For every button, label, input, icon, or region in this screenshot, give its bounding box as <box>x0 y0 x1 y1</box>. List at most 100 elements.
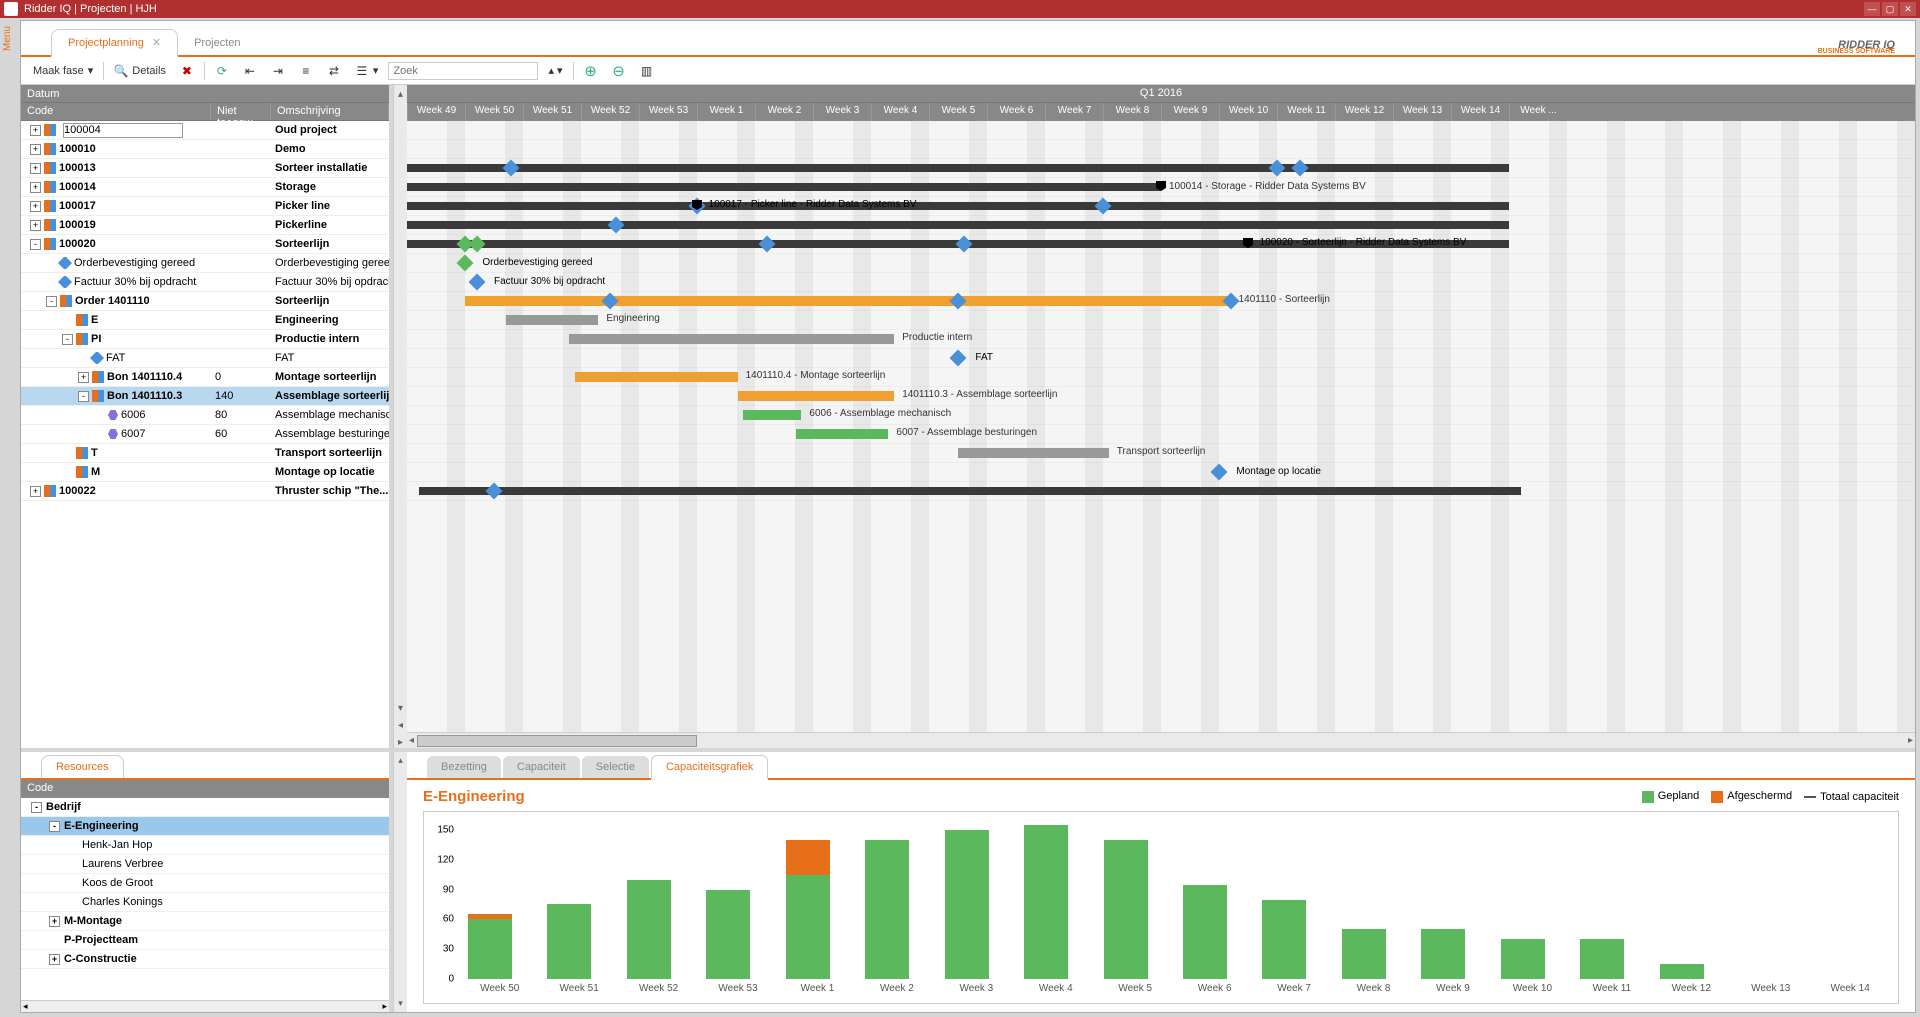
week-header[interactable]: Week 10 <box>1219 103 1277 121</box>
week-header[interactable]: Week 6 <box>987 103 1045 121</box>
chart-bar[interactable] <box>468 914 512 979</box>
scroll-thumb[interactable] <box>417 735 697 747</box>
gantt-scrollbar[interactable]: ◂ ▸ <box>407 732 1915 748</box>
res-scrollbar[interactable]: ◂▸ <box>21 1000 389 1012</box>
week-header[interactable]: Week 49 <box>407 103 465 121</box>
expander-icon[interactable]: - <box>78 391 89 402</box>
maak-fase-button[interactable]: Maak fase ▾ <box>29 62 97 79</box>
chart-bar[interactable] <box>1501 939 1545 979</box>
week-header[interactable]: Week 8 <box>1103 103 1161 121</box>
tree-row[interactable]: Orderbevestiging gereedOrderbevestiging … <box>21 254 389 273</box>
week-header[interactable]: Week ... <box>1509 103 1567 121</box>
chart-bar[interactable] <box>786 840 830 979</box>
tree-row[interactable]: -100020Sorteerlijn <box>21 235 389 254</box>
week-header[interactable]: Week 11 <box>1277 103 1335 121</box>
milestone-icon[interactable] <box>950 350 967 367</box>
tab-resources[interactable]: Resources <box>41 755 124 778</box>
week-header[interactable]: Week 1 <box>697 103 755 121</box>
tree-row[interactable]: +100019Pickerline <box>21 216 389 235</box>
res-col-header[interactable]: Code <box>21 780 389 798</box>
chart-bar[interactable] <box>1183 885 1227 979</box>
col-niet[interactable]: Niet toegew... <box>211 103 271 120</box>
gantt-bar[interactable]: Transport sorteerlijn <box>958 448 1109 458</box>
sort-button[interactable]: ☰▾ <box>351 62 383 80</box>
tab-projectplanning[interactable]: Projectplanning ✕ <box>51 29 178 57</box>
align-button[interactable]: ≡ <box>295 62 317 80</box>
resource-row[interactable]: Charles Konings <box>21 893 389 912</box>
resource-row[interactable]: Henk-Jan Hop <box>21 836 389 855</box>
milestone-icon[interactable] <box>468 274 485 291</box>
gantt-bar[interactable]: 1401110 - Sorteerlijn <box>465 296 1231 306</box>
resources-body[interactable]: -Bedrijf-E-EngineeringHenk-Jan HopLauren… <box>21 798 389 1000</box>
tree-scrollbar[interactable]: ▴ ▾ ◂ ▸ <box>393 85 407 748</box>
search-dropdown[interactable]: ▴ ▾ <box>544 62 566 79</box>
tree-row[interactable]: -Bon 1401110.3140Assemblage sorteerlijn <box>21 387 389 406</box>
milestone-icon[interactable] <box>758 236 775 253</box>
tab-selectie[interactable]: Selectie <box>582 756 649 778</box>
col-oms[interactable]: Omschrijving <box>271 103 389 120</box>
resource-row[interactable]: -Bedrijf <box>21 798 389 817</box>
week-header[interactable]: Week 12 <box>1335 103 1393 121</box>
expander-icon[interactable]: + <box>30 182 41 193</box>
milestone-icon[interactable] <box>1269 160 1286 177</box>
tab-bezetting[interactable]: Bezetting <box>427 756 501 778</box>
minimize-button[interactable]: — <box>1864 2 1880 16</box>
tree-row[interactable]: EEngineering <box>21 311 389 330</box>
milestone-icon[interactable] <box>503 160 520 177</box>
expander-icon[interactable]: + <box>49 954 60 965</box>
tree-row[interactable]: +100010Demo <box>21 140 389 159</box>
columns-button[interactable]: ▥ <box>636 62 658 80</box>
week-header[interactable]: Week 2 <box>755 103 813 121</box>
scroll-left-icon[interactable]: ◂ <box>23 1001 28 1012</box>
expander-icon[interactable]: - <box>46 296 57 307</box>
gantt-bar[interactable]: 100014 - Storage - Ridder Data Systems B… <box>407 183 1161 191</box>
milestone-icon[interactable] <box>1211 464 1228 481</box>
chart-bar[interactable] <box>706 890 750 979</box>
resource-row[interactable]: P-Projectteam <box>21 931 389 950</box>
gantt-bar[interactable] <box>407 202 1509 210</box>
scroll-up-icon[interactable]: ▴ <box>398 755 403 766</box>
gantt-bar[interactable]: 1401110.4 - Montage sorteerlijn <box>575 372 737 382</box>
gantt-bar[interactable]: 6007 - Assemblage besturingen <box>796 429 889 439</box>
week-header[interactable]: Week 14 <box>1451 103 1509 121</box>
resource-row[interactable]: +C-Constructie <box>21 950 389 969</box>
gantt-body[interactable]: 100014 - Storage - Ridder Data Systems B… <box>407 121 1915 732</box>
tree-row[interactable]: -Order 1401110Sorteerlijn <box>21 292 389 311</box>
resource-row[interactable]: Koos de Groot <box>21 874 389 893</box>
tree-row[interactable]: +Oud project <box>21 121 389 140</box>
close-icon[interactable]: ✕ <box>152 36 161 49</box>
resource-row[interactable]: Laurens Verbree <box>21 855 389 874</box>
indent-button[interactable]: ⇥ <box>267 62 289 80</box>
scroll-right-icon[interactable]: ▸ <box>1908 735 1913 746</box>
gantt-bar[interactable]: Engineering <box>506 315 599 325</box>
close-button[interactable]: ✕ <box>1900 2 1916 16</box>
chart-bar[interactable] <box>547 904 591 979</box>
tree-row[interactable]: +100022Thruster schip "The... <box>21 482 389 501</box>
week-header[interactable]: Week 4 <box>871 103 929 121</box>
week-header[interactable]: Week 13 <box>1393 103 1451 121</box>
week-header[interactable]: Week 51 <box>523 103 581 121</box>
milestone-icon[interactable] <box>457 255 474 272</box>
scroll-right-icon[interactable]: ▸ <box>382 1001 387 1012</box>
menu-side-label[interactable]: Menu <box>2 26 13 51</box>
chart-bar[interactable] <box>1660 964 1704 979</box>
tab-capaciteit[interactable]: Capaciteit <box>503 756 580 778</box>
tab-projecten[interactable]: Projecten <box>178 31 256 55</box>
tree-row[interactable]: TTransport sorteerlijn <box>21 444 389 463</box>
tree-row[interactable]: +100013Sorteer installatie <box>21 159 389 178</box>
milestone-icon[interactable] <box>468 236 485 253</box>
milestone-icon[interactable] <box>955 236 972 253</box>
milestone-icon[interactable] <box>1292 160 1309 177</box>
refresh-button[interactable]: ⟳ <box>211 62 233 80</box>
col-code[interactable]: Code <box>21 103 211 120</box>
chart-bar[interactable] <box>1262 900 1306 980</box>
expander-icon[interactable]: + <box>30 220 41 231</box>
gantt-bar[interactable]: 1401110.3 - Assemblage sorteerlijn <box>738 391 895 401</box>
scroll-up-icon[interactable]: ▴ <box>398 89 403 100</box>
tree-row[interactable]: Factuur 30% bij opdrachtFactuur 30% bij … <box>21 273 389 292</box>
chart-bar[interactable] <box>627 880 671 979</box>
resource-row[interactable]: -E-Engineering <box>21 817 389 836</box>
expander-icon[interactable]: + <box>30 144 41 155</box>
tree-row[interactable]: +100017Picker line <box>21 197 389 216</box>
week-header[interactable]: Week 53 <box>639 103 697 121</box>
